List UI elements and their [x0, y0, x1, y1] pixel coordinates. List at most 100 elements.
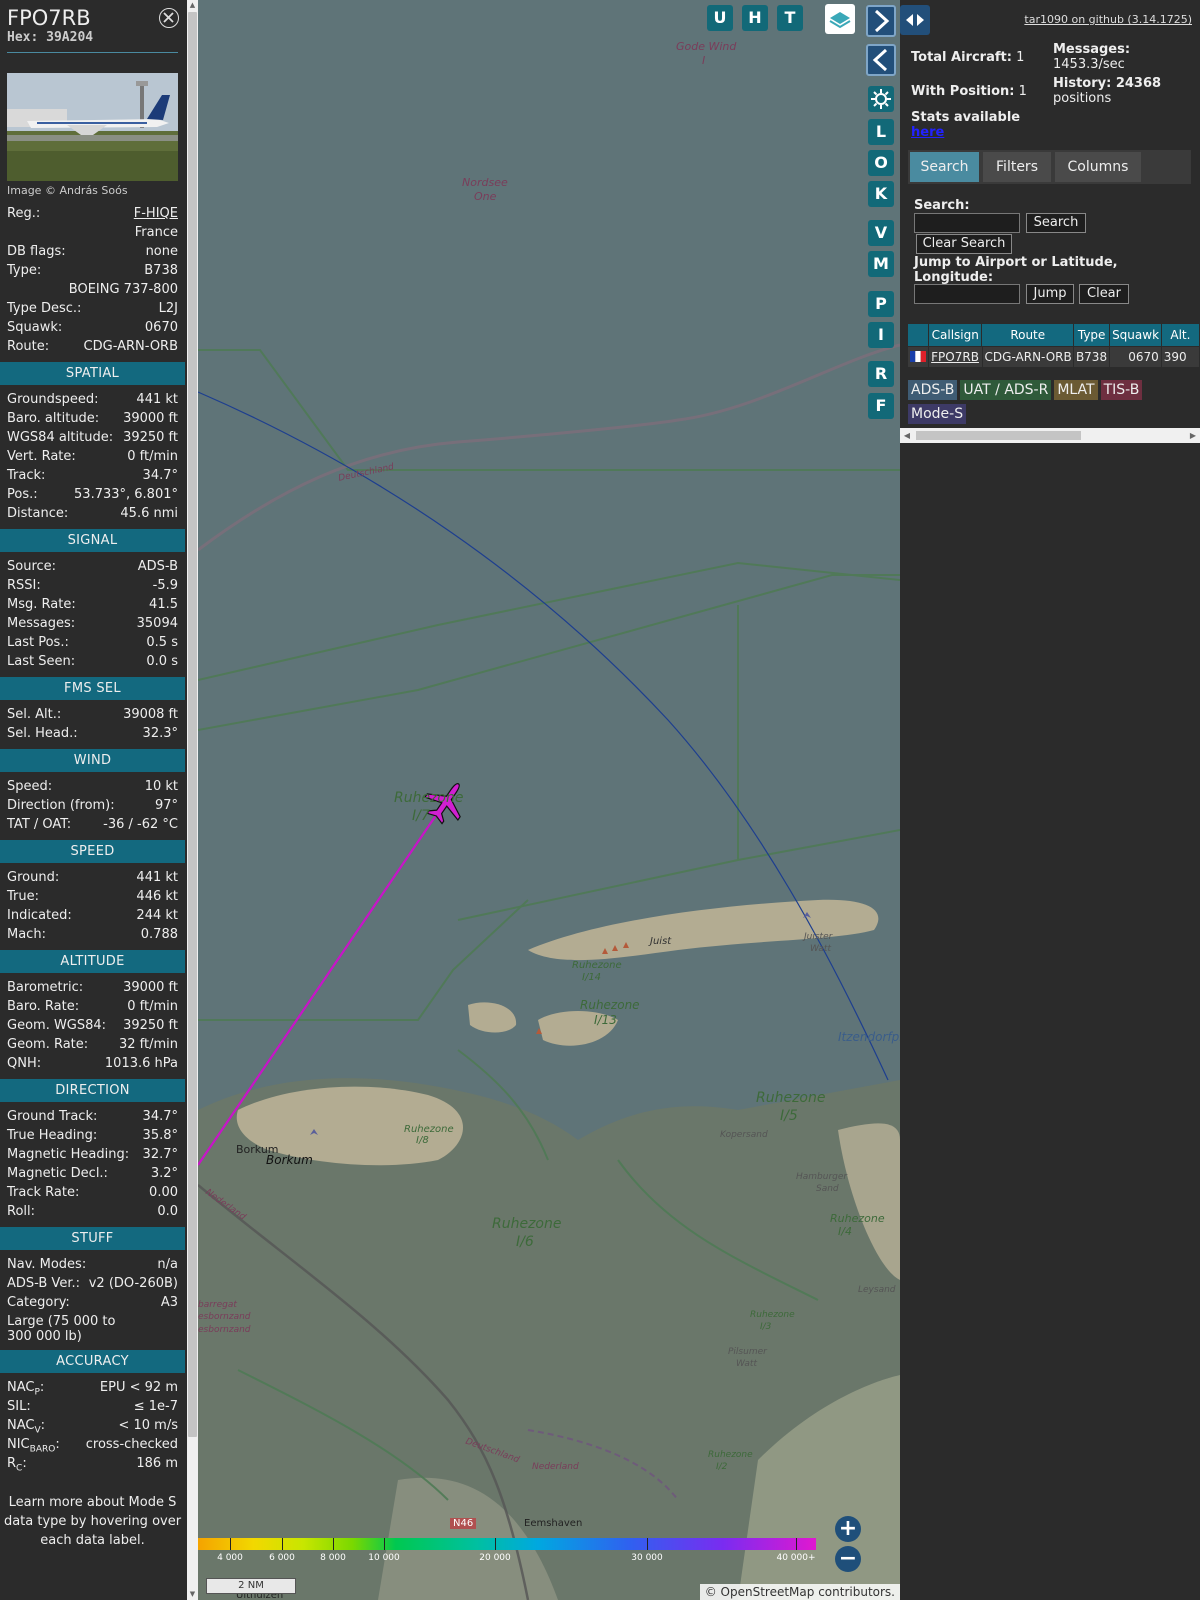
- jump-input[interactable]: [914, 284, 1020, 304]
- sidebar-scrollbar[interactable]: ▲ ▼: [187, 0, 198, 1600]
- badge-uat[interactable]: UAT / ADS-R: [960, 380, 1052, 400]
- tab-filters[interactable]: Filters: [983, 152, 1051, 182]
- map-button-h[interactable]: H: [742, 5, 768, 31]
- info-label[interactable]: Messages:: [7, 614, 75, 633]
- info-label[interactable]: Source:: [7, 557, 56, 576]
- badge-tisb[interactable]: TIS-B: [1100, 380, 1143, 400]
- info-label[interactable]: NICBARO:: [7, 1435, 60, 1455]
- col-squawk[interactable]: Squawk: [1110, 324, 1162, 346]
- map-button-m[interactable]: M: [868, 251, 894, 277]
- search-input[interactable]: [914, 213, 1020, 233]
- scroll-left-icon[interactable]: ◀: [900, 428, 914, 443]
- col-type[interactable]: Type: [1074, 324, 1111, 346]
- table-row[interactable]: FPO7RB CDG-ARN-ORB B738 0670 390: [908, 347, 1200, 367]
- stats-here-link[interactable]: here: [911, 125, 944, 140]
- info-label[interactable]: DB flags:: [7, 242, 66, 261]
- table-scroll-thumb[interactable]: [916, 431, 1081, 440]
- layers-button[interactable]: [825, 4, 855, 34]
- col-alt[interactable]: Alt.: [1161, 324, 1200, 346]
- registration-link[interactable]: F-HIQE: [134, 204, 178, 223]
- zoom-in-button[interactable]: +: [835, 1516, 861, 1542]
- info-label[interactable]: NACP:: [7, 1378, 44, 1398]
- info-label[interactable]: Pos.:: [7, 485, 38, 504]
- toggle-panel-button[interactable]: [900, 5, 930, 35]
- info-label[interactable]: ADS-B Ver.:: [7, 1274, 80, 1293]
- table-horizontal-scrollbar[interactable]: ◀ ▶: [900, 428, 1200, 443]
- clear-search-button[interactable]: Clear Search: [916, 234, 1012, 254]
- info-label[interactable]: Barometric:: [7, 978, 83, 997]
- info-label[interactable]: Track Rate:: [7, 1183, 79, 1202]
- map-view[interactable]: Gode Wind I Nordsee One Deutschland Ruhe…: [198, 0, 900, 1600]
- info-label[interactable]: Baro. Rate:: [7, 997, 79, 1016]
- aircraft-photo[interactable]: [7, 73, 178, 181]
- collapse-sidebar-button[interactable]: [866, 44, 896, 76]
- info-label[interactable]: Distance:: [7, 504, 68, 523]
- map-button-t[interactable]: T: [777, 5, 803, 31]
- info-label[interactable]: Roll:: [7, 1202, 35, 1221]
- info-label[interactable]: Groundspeed:: [7, 390, 98, 409]
- map-button-k[interactable]: K: [868, 181, 894, 207]
- info-label[interactable]: Geom. Rate:: [7, 1035, 88, 1054]
- info-label[interactable]: Category:: [7, 1293, 70, 1312]
- col-callsign[interactable]: Callsign: [929, 324, 983, 346]
- map-button-o[interactable]: O: [868, 150, 894, 176]
- info-label[interactable]: Ground:: [7, 868, 59, 887]
- info-label[interactable]: Direction (from):: [7, 796, 115, 815]
- info-label[interactable]: Speed:: [7, 777, 52, 796]
- info-label[interactable]: Msg. Rate:: [7, 595, 76, 614]
- info-label[interactable]: Last Pos.:: [7, 633, 69, 652]
- zoom-out-button[interactable]: −: [835, 1546, 861, 1572]
- info-label[interactable]: Vert. Rate:: [7, 447, 76, 466]
- info-label[interactable]: Geom. WGS84:: [7, 1016, 106, 1035]
- sidebar-scroll-thumb[interactable]: [188, 12, 197, 1437]
- jump-button[interactable]: Jump: [1026, 284, 1074, 304]
- osm-link[interactable]: OpenStreetMap: [721, 1585, 815, 1599]
- info-label[interactable]: QNH:: [7, 1054, 41, 1073]
- row-callsign[interactable]: FPO7RB: [929, 347, 983, 367]
- tab-search[interactable]: Search: [910, 152, 979, 182]
- info-label[interactable]: Indicated:: [7, 906, 72, 925]
- info-label[interactable]: Squawk:: [7, 318, 62, 337]
- github-link[interactable]: tar1090 on github (3.14.1725): [1024, 13, 1192, 26]
- info-label[interactable]: Ground Track:: [7, 1107, 97, 1126]
- settings-button[interactable]: [868, 86, 894, 112]
- info-label[interactable]: Nav. Modes:: [7, 1255, 86, 1274]
- scroll-right-icon[interactable]: ▶: [1186, 428, 1200, 443]
- map-button-l[interactable]: L: [868, 119, 894, 145]
- map-button-f[interactable]: F: [868, 393, 894, 419]
- map-button-v[interactable]: V: [868, 220, 894, 246]
- search-button[interactable]: Search: [1026, 213, 1086, 233]
- info-label[interactable]: Mach:: [7, 925, 46, 944]
- info-label[interactable]: True:: [7, 887, 39, 906]
- info-label[interactable]: Route:: [7, 337, 49, 356]
- badge-adsb[interactable]: ADS-B: [908, 380, 958, 400]
- info-label[interactable]: Baro. altitude:: [7, 409, 99, 428]
- info-label[interactable]: Reg.:: [7, 204, 40, 223]
- map-canvas[interactable]: [198, 0, 900, 1600]
- map-button-i[interactable]: I: [868, 322, 894, 348]
- close-panel-icon[interactable]: [159, 8, 179, 28]
- info-label[interactable]: RC:: [7, 1454, 27, 1474]
- map-button-u[interactable]: U: [707, 5, 733, 31]
- info-label[interactable]: Magnetic Heading:: [7, 1145, 129, 1164]
- col-route[interactable]: Route: [982, 324, 1075, 346]
- info-label[interactable]: True Heading:: [7, 1126, 97, 1145]
- scroll-up-icon[interactable]: ▲: [187, 0, 198, 11]
- info-label[interactable]: TAT / OAT:: [7, 815, 71, 834]
- info-label[interactable]: SIL:: [7, 1397, 31, 1416]
- tab-columns[interactable]: Columns: [1055, 152, 1141, 182]
- info-label[interactable]: Last Seen:: [7, 652, 75, 671]
- info-label[interactable]: Type Desc.:: [7, 299, 81, 318]
- info-label[interactable]: RSSI:: [7, 576, 41, 595]
- info-label[interactable]: Sel. Alt.:: [7, 705, 61, 724]
- info-label[interactable]: NACV:: [7, 1416, 45, 1436]
- expand-sidebar-button[interactable]: [866, 5, 896, 37]
- badge-mlat[interactable]: MLAT: [1054, 380, 1098, 400]
- info-label[interactable]: Sel. Head.:: [7, 724, 78, 743]
- info-label[interactable]: Magnetic Decl.:: [7, 1164, 108, 1183]
- clear-jump-button[interactable]: Clear: [1079, 284, 1129, 304]
- scroll-down-icon[interactable]: ▼: [187, 1589, 198, 1600]
- map-button-r[interactable]: R: [868, 361, 894, 387]
- info-label[interactable]: Track:: [7, 466, 45, 485]
- badge-modes[interactable]: Mode-S: [908, 404, 967, 424]
